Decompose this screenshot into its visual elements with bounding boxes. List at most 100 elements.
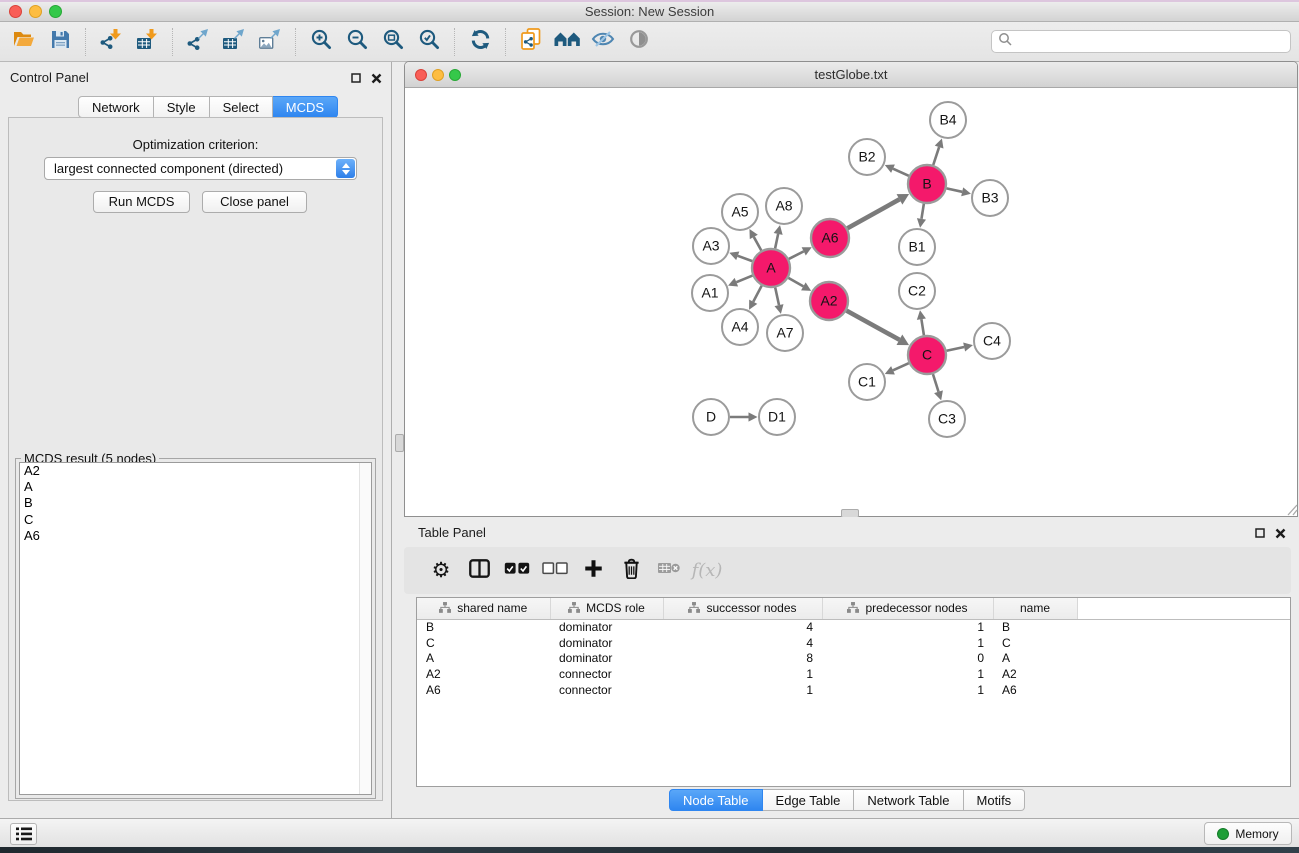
- graph-node-A6[interactable]: A6: [811, 219, 849, 257]
- graph-node-B4[interactable]: B4: [930, 102, 966, 138]
- mcds-result-item[interactable]: A2: [20, 463, 371, 479]
- task-history-button[interactable]: [10, 823, 37, 845]
- search-input[interactable]: [1017, 35, 1284, 49]
- column-header-shared-name[interactable]: shared name: [417, 598, 550, 619]
- add-column-button[interactable]: [574, 553, 612, 589]
- refresh-button[interactable]: [462, 26, 498, 58]
- tab-style[interactable]: Style: [154, 96, 210, 118]
- graph-edge-B-B3[interactable]: [947, 187, 971, 196]
- graph-edge-C-C1[interactable]: [885, 363, 909, 374]
- graph-node-D[interactable]: D: [693, 399, 729, 435]
- graph-edge-B-B1[interactable]: [917, 204, 926, 228]
- tab-network[interactable]: Network: [78, 96, 154, 118]
- table-tab-edge-table[interactable]: Edge Table: [763, 789, 855, 811]
- column-header-name[interactable]: name: [993, 598, 1077, 619]
- export-table-button[interactable]: [216, 26, 252, 58]
- close-panel-icon[interactable]: [369, 71, 383, 85]
- zoom-in-button[interactable]: [303, 26, 339, 58]
- mcds-result-item[interactable]: C: [20, 512, 371, 528]
- graph-edge-A-A1[interactable]: [728, 276, 752, 287]
- graph-node-A[interactable]: A: [752, 249, 790, 287]
- mcds-result-item[interactable]: A6: [20, 528, 371, 544]
- export-image-button[interactable]: [252, 26, 288, 58]
- graph-node-C[interactable]: C: [908, 336, 946, 374]
- graph-edge-B-B4[interactable]: [933, 139, 943, 165]
- zoom-selected-button[interactable]: [411, 26, 447, 58]
- resize-grip-icon[interactable]: [1286, 503, 1298, 516]
- delete-column-button[interactable]: [612, 553, 650, 589]
- criterion-dropdown[interactable]: largest connected component (directed): [44, 157, 357, 180]
- graph-node-D1[interactable]: D1: [759, 399, 795, 435]
- graph-edge-A-A2[interactable]: [788, 278, 811, 291]
- graph-edge-A-A6[interactable]: [789, 247, 812, 259]
- table-row[interactable]: A6connector11A6: [417, 682, 1290, 698]
- graph-edge-B-B2[interactable]: [885, 165, 909, 176]
- deselect-all-columns-button[interactable]: [536, 553, 574, 589]
- graph-edge-A-A4[interactable]: [749, 286, 762, 310]
- table-row[interactable]: A2connector11A2: [417, 666, 1290, 682]
- export-network-button[interactable]: [180, 26, 216, 58]
- graph-node-A2[interactable]: A2: [810, 282, 848, 320]
- toggle-columns-button[interactable]: [460, 553, 498, 589]
- graph-edge-A6-B[interactable]: [847, 194, 909, 228]
- graph-edge-A-A5[interactable]: [749, 229, 761, 250]
- graph-edge-C-C4[interactable]: [947, 343, 973, 352]
- float-panel-icon[interactable]: [349, 71, 363, 85]
- zoom-fit-button[interactable]: [375, 26, 411, 58]
- close-panel-button[interactable]: Close panel: [202, 191, 307, 213]
- graph-node-C1[interactable]: C1: [849, 364, 885, 400]
- graph-node-C3[interactable]: C3: [929, 401, 965, 437]
- table-row[interactable]: Bdominator41B: [417, 619, 1290, 635]
- table-close-panel-icon[interactable]: [1273, 526, 1287, 540]
- graph-node-C2[interactable]: C2: [899, 273, 935, 309]
- graph-edge-A2-C[interactable]: [847, 311, 910, 345]
- graph-node-A1[interactable]: A1: [692, 275, 728, 311]
- network-from-selection-button[interactable]: [513, 26, 549, 58]
- run-mcds-button[interactable]: Run MCDS: [93, 191, 190, 213]
- graph-node-A8[interactable]: A8: [766, 188, 802, 224]
- show-all-button[interactable]: [621, 26, 657, 58]
- vertical-splitter-grip[interactable]: [395, 434, 404, 452]
- open-session-button[interactable]: [6, 26, 42, 58]
- table-float-panel-icon[interactable]: [1253, 526, 1267, 540]
- graph-node-A5[interactable]: A5: [722, 194, 758, 230]
- import-network-button[interactable]: [93, 26, 129, 58]
- graph-node-A4[interactable]: A4: [722, 309, 758, 345]
- graph-edge-A-A3[interactable]: [729, 251, 752, 261]
- graph-edge-C-C3[interactable]: [933, 374, 943, 400]
- save-session-button[interactable]: [42, 26, 78, 58]
- zoom-out-button[interactable]: [339, 26, 375, 58]
- table-tab-node-table[interactable]: Node Table: [669, 789, 763, 811]
- first-neighbors-button[interactable]: [549, 26, 585, 58]
- graph-node-B2[interactable]: B2: [849, 139, 885, 175]
- tab-select[interactable]: Select: [210, 96, 273, 118]
- graph-node-C4[interactable]: C4: [974, 323, 1010, 359]
- column-header-mcds-role[interactable]: MCDS role: [550, 598, 663, 619]
- mcds-result-item[interactable]: A: [20, 479, 371, 495]
- column-header-predecessor-nodes[interactable]: predecessor nodes: [822, 598, 993, 619]
- graph-edge-A-A7[interactable]: [775, 288, 784, 314]
- network-canvas[interactable]: B4 B2 B B3 A8A5 A6 B1 A3 A C2 A1 A2 A4A7 C4 C C1 C3 D D1: [405, 88, 1297, 517]
- graph-node-B3[interactable]: B3: [972, 180, 1008, 216]
- memory-button[interactable]: Memory: [1204, 822, 1292, 845]
- search-field[interactable]: [991, 30, 1291, 53]
- table-tab-motifs[interactable]: Motifs: [964, 789, 1026, 811]
- import-table-button[interactable]: [129, 26, 165, 58]
- graph-edge-A-A8[interactable]: [774, 225, 783, 248]
- graph-edge-D-D1[interactable]: [730, 412, 758, 421]
- graph-node-A7[interactable]: A7: [767, 315, 803, 351]
- hide-selected-button[interactable]: [585, 26, 621, 58]
- tab-mcds[interactable]: MCDS: [273, 96, 338, 118]
- table-row[interactable]: Cdominator41C: [417, 635, 1290, 651]
- graph-node-A3[interactable]: A3: [693, 228, 729, 264]
- settings-gear-button[interactable]: ⚙︎: [422, 553, 460, 589]
- column-header-successor-nodes[interactable]: successor nodes: [663, 598, 822, 619]
- table-tab-network-table[interactable]: Network Table: [854, 789, 963, 811]
- select-all-columns-button[interactable]: [498, 553, 536, 589]
- result-list-scrollbar[interactable]: [359, 463, 371, 794]
- table-row[interactable]: Adominator80A: [417, 651, 1290, 667]
- graph-node-B[interactable]: B: [908, 165, 946, 203]
- graph-edge-C-C2[interactable]: [917, 310, 926, 335]
- graph-node-B1[interactable]: B1: [899, 229, 935, 265]
- mcds-result-item[interactable]: B: [20, 495, 371, 511]
